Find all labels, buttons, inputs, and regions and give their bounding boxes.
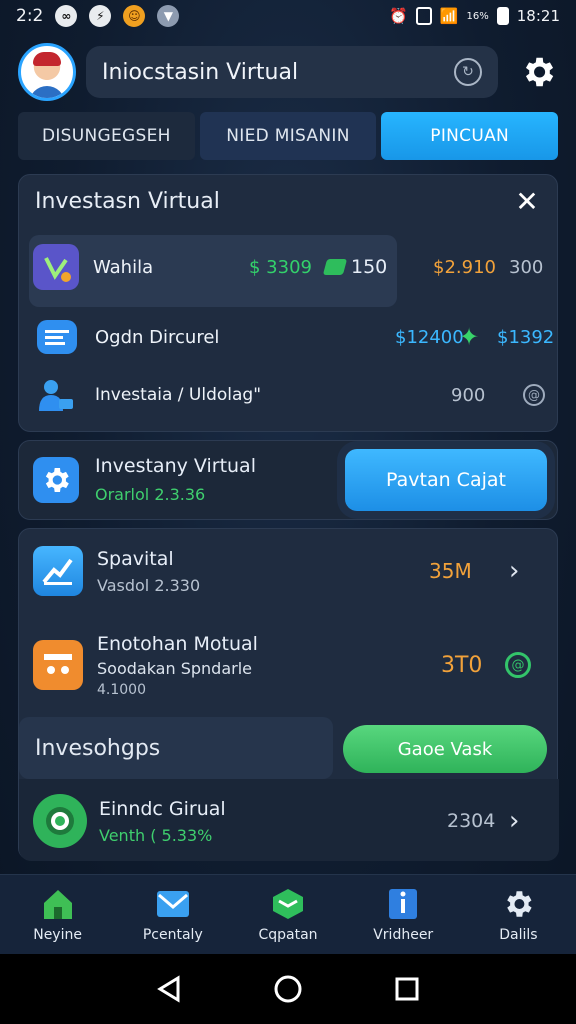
shield-icon: ▼ bbox=[157, 5, 180, 27]
list-item[interactable]: Einndc Girual Venth ( 5.33% 2304 › bbox=[33, 791, 553, 851]
row-label: Ogdn Dircurel bbox=[95, 326, 220, 348]
promo-subtitle: Orarlol 2.3.36 bbox=[95, 485, 206, 504]
row-subtitle: Soodakan Spndarle bbox=[97, 658, 252, 678]
section-label: Invesohgps bbox=[19, 717, 333, 779]
chart-app-icon bbox=[33, 244, 79, 290]
row-price: $2.910 bbox=[433, 256, 496, 278]
row-count: 300 bbox=[509, 256, 544, 278]
search-input[interactable]: Iniocstasin Virtual bbox=[102, 60, 454, 85]
promo-title: Investany Virtual bbox=[95, 455, 256, 477]
list-item[interactable]: Enotohan Motual Soodakan Spndarle 4.1000… bbox=[33, 625, 553, 705]
row-price: $1392 bbox=[497, 326, 555, 348]
info-circle-icon[interactable]: @ bbox=[523, 384, 545, 406]
target-icon bbox=[33, 794, 87, 848]
portfolio-card: Spavital Vasdol 2.330 35M › Enotohan Mot… bbox=[18, 528, 559, 861]
row-subtitle: Venth ( 5.33% bbox=[99, 825, 213, 845]
money-arrow-icon: ✦ bbox=[459, 323, 480, 351]
row-label: Wahila bbox=[93, 256, 154, 278]
row-value: 2304 bbox=[447, 810, 496, 832]
header: Iniocstasin Virtual ↻ bbox=[18, 42, 558, 102]
user-icon bbox=[37, 372, 77, 418]
home-circle-icon[interactable] bbox=[273, 974, 303, 1004]
search-bar[interactable]: Iniocstasin Virtual ↻ bbox=[86, 46, 498, 98]
card-title: Investasn Virtual bbox=[35, 189, 220, 214]
screen-icon bbox=[415, 7, 432, 25]
promo-card: Investany Virtual Orarlol 2.3.36 Pavtan … bbox=[18, 440, 558, 520]
document-icon bbox=[37, 320, 77, 354]
refresh-green-icon[interactable]: @ bbox=[505, 652, 531, 678]
row-title: Einndc Girual bbox=[99, 797, 226, 820]
row-subtitle-2: 4.1000 bbox=[97, 681, 146, 698]
close-icon[interactable]: ✕ bbox=[513, 188, 541, 217]
row-amount: $ 3309 bbox=[249, 256, 312, 278]
game-controller-icon bbox=[33, 640, 83, 690]
chevron-right-icon[interactable]: › bbox=[509, 806, 519, 836]
settings-gear-icon[interactable] bbox=[518, 52, 558, 92]
app-icon: ∞ bbox=[55, 5, 78, 27]
list-item[interactable]: Ogdn Dircurel $12400 ✦ $1392 bbox=[29, 305, 554, 369]
row-title: Spavital bbox=[97, 547, 174, 570]
row-label: Investaia / Uldolag" bbox=[95, 385, 262, 405]
tab-3-active[interactable]: PINCUAN bbox=[381, 112, 559, 160]
nav-label: Neyine bbox=[33, 926, 82, 943]
list-item[interactable]: Investaia / Uldolag" 900 @ bbox=[29, 363, 549, 427]
battery-icon bbox=[496, 7, 509, 25]
nav-item-cube[interactable]: Cqpatan bbox=[230, 875, 345, 954]
wifi-icon: 📶 bbox=[439, 7, 459, 25]
tab-1[interactable]: DISUNGEGSEH bbox=[18, 112, 195, 160]
chevron-right-icon[interactable]: › bbox=[509, 556, 519, 586]
nav-label: Vridheer bbox=[373, 926, 434, 943]
gear-icon bbox=[507, 890, 533, 917]
nav-item-home[interactable]: Neyine bbox=[0, 875, 115, 954]
refresh-icon[interactable]: ↻ bbox=[454, 58, 482, 86]
status-time-left: 2:2 bbox=[16, 6, 44, 26]
chart-icon bbox=[33, 546, 83, 596]
investment-card: Investasn Virtual ✕ Wahila $ 3309 150 $2… bbox=[18, 174, 558, 432]
row-value: 35M bbox=[429, 559, 472, 583]
battery-text: 16% bbox=[466, 10, 489, 22]
gear-app-icon bbox=[33, 457, 79, 503]
promo-action-button[interactable]: Pavtan Cajat bbox=[345, 449, 547, 511]
list-item[interactable]: Wahila $ 3309 150 $2.910 300 bbox=[29, 235, 549, 307]
bottom-nav: Neyine Pcentaly Cqpatan Vridheer Dalils bbox=[0, 874, 576, 954]
row-title: Enotohan Motual bbox=[97, 632, 258, 655]
row-value: 3T0 bbox=[441, 652, 483, 678]
back-icon[interactable] bbox=[156, 975, 182, 1003]
mail-icon bbox=[156, 890, 189, 917]
system-navigation bbox=[0, 954, 576, 1024]
list-item[interactable]: Spavital Vasdol 2.330 35M › bbox=[33, 541, 553, 601]
info-book-icon bbox=[389, 888, 418, 919]
tab-bar: DISUNGEGSEH NIED MISANIN PINCUAN bbox=[18, 112, 559, 160]
status-bar: 2:2 ∞ ⚡ ☺ ▼ ⏰ 📶 16% 18:21 bbox=[0, 0, 576, 32]
row-amount: $12400 bbox=[395, 326, 464, 348]
home-icon bbox=[43, 889, 72, 919]
green-action-button[interactable]: Gaoe Vask bbox=[343, 725, 547, 773]
row-subtitle: Vasdol 2.330 bbox=[97, 575, 201, 595]
nav-item-settings[interactable]: Dalils bbox=[461, 875, 576, 954]
nav-label: Dalils bbox=[499, 926, 538, 943]
alarm-icon: ⏰ bbox=[389, 7, 408, 25]
status-time-right: 18:21 bbox=[516, 7, 560, 25]
tab-2[interactable]: NIED MISANIN bbox=[199, 112, 377, 160]
nav-item-mail[interactable]: Pcentaly bbox=[115, 875, 230, 954]
nav-label: Cqpatan bbox=[258, 926, 318, 943]
recents-icon[interactable] bbox=[394, 976, 420, 1002]
nav-label: Pcentaly bbox=[142, 926, 203, 943]
row-badge-value: 150 bbox=[351, 256, 388, 278]
app-icon: ⚡ bbox=[89, 5, 112, 27]
nav-item-info[interactable]: Vridheer bbox=[346, 875, 461, 954]
row-count: 900 bbox=[451, 384, 486, 406]
avatar[interactable] bbox=[18, 43, 76, 101]
cube-icon bbox=[273, 888, 303, 919]
emoji-icon: ☺ bbox=[123, 5, 146, 27]
